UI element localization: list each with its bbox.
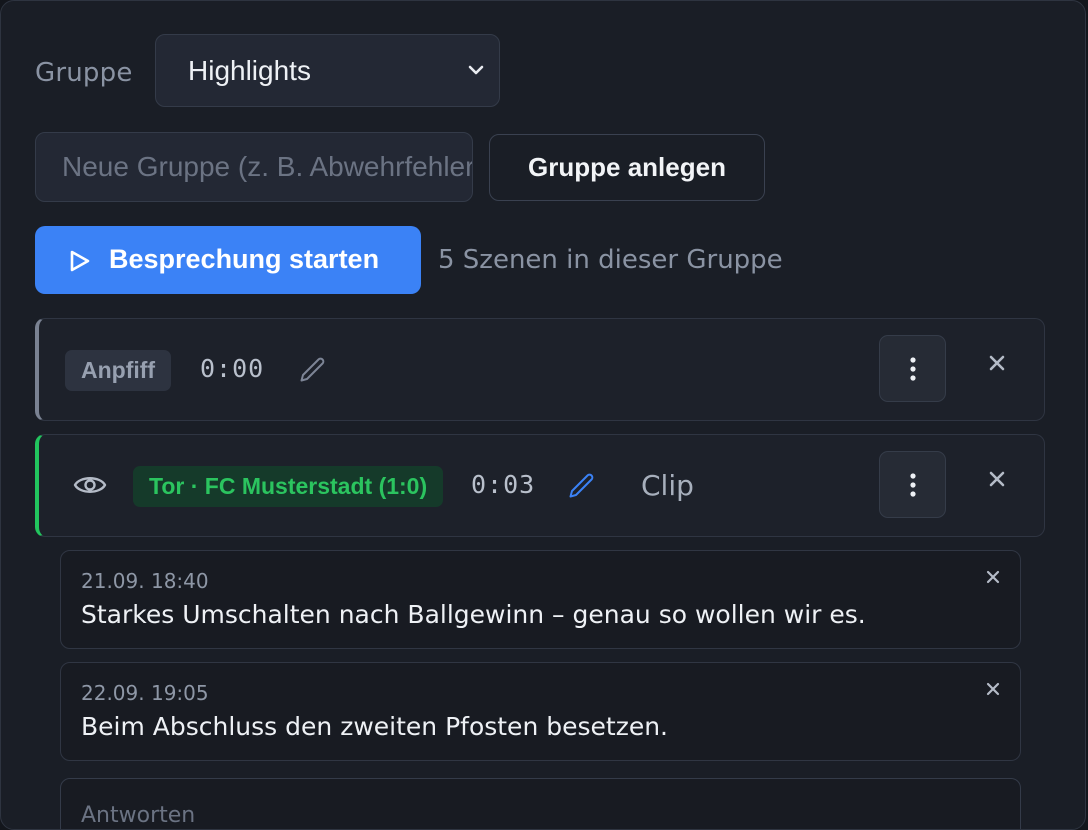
scene-time: 0:03 (471, 470, 536, 499)
reply-input[interactable]: Antworten (60, 778, 1021, 829)
scene-item-kickoff[interactable]: Anpfiff 0:00 (35, 318, 1045, 421)
scene-time: 0:00 (200, 354, 265, 383)
group-select-value: Highlights (188, 55, 311, 86)
group-select[interactable]: Highlights (155, 34, 500, 107)
more-vertical-icon (910, 473, 916, 497)
comment-item: 22.09. 19:05 Beim Abschluss den zweiten … (60, 662, 1021, 761)
scene-count: 5 Szenen in dieser Gruppe (438, 245, 783, 275)
scene-item-goal[interactable]: Tor · FC Musterstadt (1:0) 0:03 Clip (35, 434, 1045, 537)
start-review-button[interactable]: Besprechung starten (35, 226, 421, 294)
start-review-label: Besprechung starten (109, 244, 380, 274)
close-icon[interactable] (985, 681, 1001, 697)
scene-tag: Tor · FC Musterstadt (1:0) (133, 466, 444, 507)
more-options-button[interactable] (879, 335, 946, 402)
comment-date: 21.09. 18:40 (81, 569, 209, 593)
eye-icon[interactable] (73, 471, 107, 499)
close-icon[interactable] (987, 353, 1007, 373)
play-icon (70, 250, 90, 272)
more-vertical-icon (910, 357, 916, 381)
scene-tag: Anpfiff (65, 350, 172, 391)
close-icon[interactable] (987, 469, 1007, 489)
group-label: Gruppe (35, 58, 133, 88)
comment-text: Starkes Umschalten nach Ballgewinn – gen… (81, 600, 866, 629)
chevron-down-icon (468, 65, 484, 75)
create-group-button[interactable]: Gruppe anlegen (489, 134, 765, 201)
comment-text: Beim Abschluss den zweiten Pfosten beset… (81, 712, 668, 741)
close-icon[interactable] (985, 569, 1001, 585)
scene-panel: Gruppe Highlights Neue Gruppe (z. B. Abw… (0, 0, 1086, 830)
comment-item: 21.09. 18:40 Starkes Umschalten nach Bal… (60, 550, 1021, 649)
pencil-icon[interactable] (298, 355, 328, 385)
comment-date: 22.09. 19:05 (81, 681, 209, 705)
new-group-placeholder: Neue Gruppe (z. B. Abwehrfehler) (62, 151, 473, 182)
more-options-button[interactable] (879, 451, 946, 518)
clip-link[interactable]: Clip (641, 469, 694, 502)
pencil-icon[interactable] (567, 471, 597, 501)
new-group-input[interactable]: Neue Gruppe (z. B. Abwehrfehler) (35, 132, 473, 202)
